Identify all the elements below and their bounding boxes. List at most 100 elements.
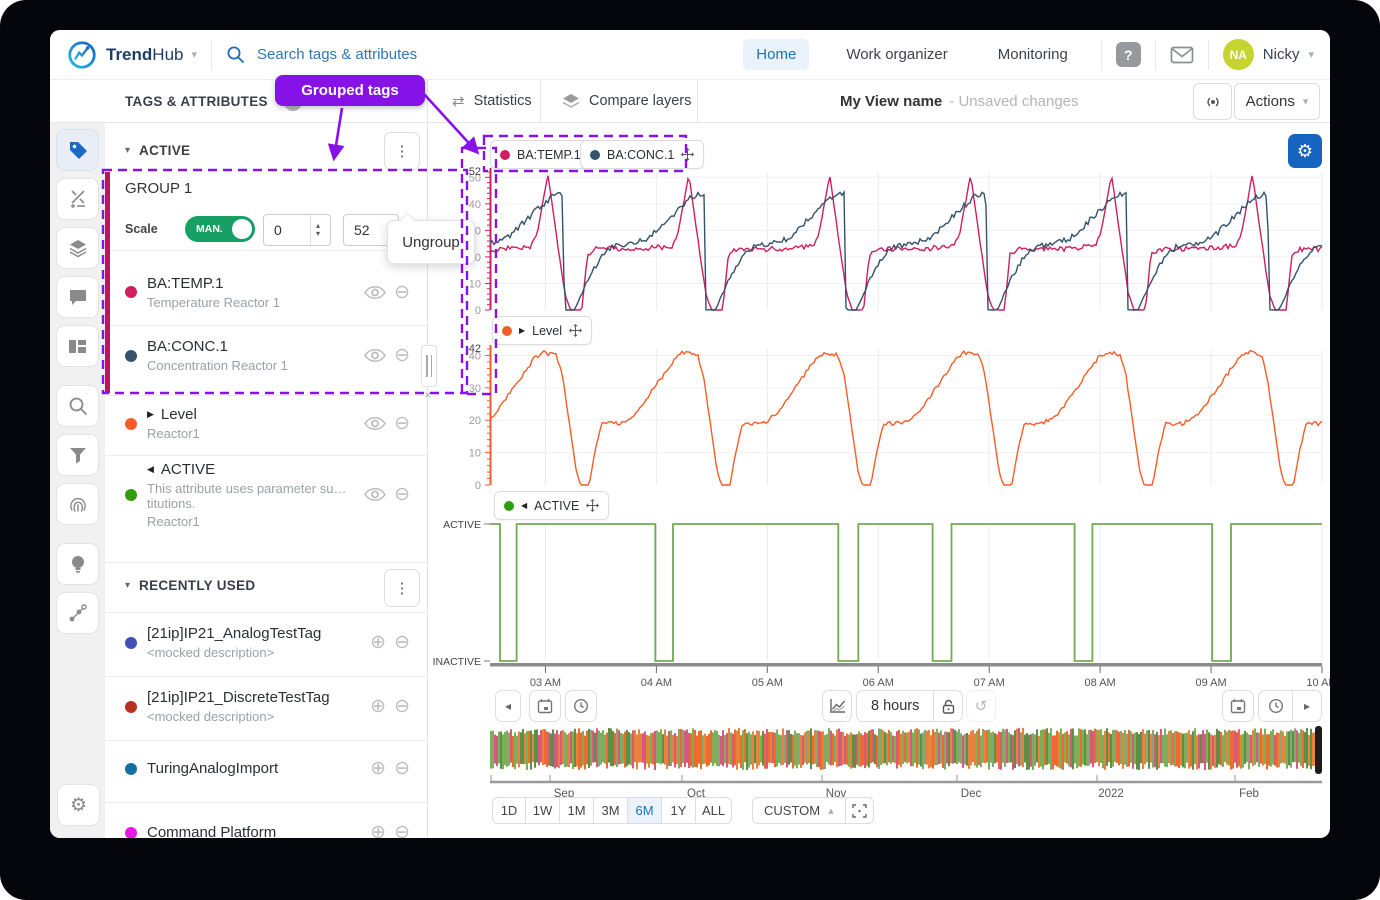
tab-compare-layers[interactable]: Compare layers [562, 80, 691, 122]
remove-tag-icon[interactable]: ⊖ [394, 283, 410, 302]
range-1w[interactable]: 1W [526, 797, 560, 824]
rail-recommendations-button[interactable] [56, 543, 99, 585]
pan-left-button[interactable]: ◂ [495, 690, 521, 722]
tag-row-active[interactable]: ◀ACTIVE This attribute uses parameter su… [105, 455, 427, 533]
search-icon [226, 45, 245, 64]
remove-tag-icon[interactable]: ⊖ [394, 823, 410, 838]
calendar-start-button[interactable] [529, 690, 561, 722]
scale-min-field[interactable]: ▴▾ [263, 214, 331, 246]
live-mode-button[interactable] [1193, 83, 1232, 120]
recent-row[interactable]: TuringAnalogImport ⊕ ⊖ [105, 740, 427, 796]
tag-row-temp[interactable]: BA:TEMP.1 Temperature Reactor 1 ⊖ [105, 262, 427, 322]
panel-resize-handle[interactable] [421, 345, 437, 387]
remove-tag-icon[interactable]: ⊖ [394, 346, 410, 365]
nav-monitoring[interactable]: Monitoring [985, 39, 1081, 70]
recent-row[interactable]: [21ip]IP21_DiscreteTestTag <mocked descr… [105, 676, 427, 736]
mail-icon[interactable] [1170, 46, 1194, 64]
ungroup-menu[interactable]: Ungroup [387, 220, 475, 264]
panel-collapse-button[interactable]: × [421, 388, 435, 404]
tab-statistics-label: Statistics [474, 93, 532, 109]
range-1d[interactable]: 1D [492, 797, 526, 824]
avatar[interactable]: NA [1223, 39, 1254, 70]
add-tag-icon[interactable]: ⊕ [370, 633, 386, 652]
rail-comments-button[interactable] [56, 276, 99, 318]
move-handle-icon[interactable] [569, 324, 582, 337]
range-6m[interactable]: 6M [628, 797, 662, 824]
add-tag-icon[interactable]: ⊕ [370, 697, 386, 716]
remove-tag-icon[interactable]: ⊖ [394, 485, 410, 504]
rail-calculations-button[interactable] [56, 178, 99, 220]
remove-tag-icon[interactable]: ⊖ [394, 759, 410, 778]
brand-logo[interactable]: TrendHub ▾ [66, 39, 197, 71]
brand-name: TrendHub [106, 45, 183, 65]
user-menu[interactable]: NA Nicky ▾ [1223, 39, 1314, 70]
search-bar[interactable] [226, 45, 743, 64]
nav-work-organizer[interactable]: Work organizer [833, 39, 960, 70]
lock-duration-button[interactable] [933, 690, 963, 722]
rail-layers-button[interactable] [56, 227, 99, 269]
scale-max-input[interactable] [344, 221, 390, 239]
tab-statistics[interactable]: ⇄ Statistics [452, 80, 532, 122]
desktop-background: TrendHub ▾ Home Work organizer Monitorin… [0, 0, 1380, 900]
rail-tags-button[interactable] [56, 129, 99, 171]
stepper-arrows[interactable]: ▴▾ [310, 215, 325, 245]
section-menu-button[interactable]: ⋮ [384, 569, 420, 607]
move-handle-icon[interactable] [681, 148, 694, 161]
rail-filter-button[interactable] [56, 434, 99, 476]
visibility-eye-icon[interactable] [364, 417, 386, 430]
section-header-active[interactable]: ▾ ACTIVE ⋮ [105, 130, 427, 170]
collapse-caret-icon[interactable]: ▾ [125, 145, 130, 156]
clock-end-button[interactable] [1258, 690, 1292, 722]
brand-caret-icon[interactable]: ▾ [191, 48, 197, 61]
search-input[interactable] [255, 45, 579, 64]
calendar-end-button[interactable] [1222, 690, 1254, 722]
actions-button[interactable]: Actions ▾ [1234, 83, 1320, 120]
chart-type-button[interactable] [822, 690, 852, 722]
range-1y[interactable]: 1Y [662, 797, 696, 824]
recent-row[interactable]: Command Platform ⊕ ⊖ [105, 802, 427, 838]
add-tag-icon[interactable]: ⊕ [370, 823, 386, 838]
pan-right-button[interactable]: ▸ [1292, 690, 1322, 722]
legend-chip-conc[interactable]: BA:CONC.1 [580, 140, 704, 169]
range-1m[interactable]: 1M [560, 797, 594, 824]
tab-tags-attributes[interactable]: TAGS & ATTRIBUTES [125, 80, 268, 122]
help-button[interactable]: ? [1116, 42, 1141, 67]
remove-tag-icon[interactable]: ⊖ [394, 414, 410, 433]
chart-settings-button[interactable]: ⚙ [1288, 134, 1322, 168]
visibility-eye-icon[interactable] [364, 488, 386, 501]
collapse-caret-icon[interactable]: ▾ [125, 580, 130, 591]
manual-scale-toggle[interactable]: MAN. [185, 216, 255, 242]
move-handle-icon[interactable] [586, 499, 599, 512]
range-3m[interactable]: 3M [594, 797, 628, 824]
remove-tag-icon[interactable]: ⊖ [394, 697, 410, 716]
fit-range-button[interactable] [845, 797, 874, 824]
rail-context-button[interactable] [56, 592, 99, 634]
rail-settings-button[interactable]: ⚙ [57, 784, 100, 826]
range-all[interactable]: ALL [696, 797, 732, 824]
tag-row-level[interactable]: ▶Level Reactor1 ⊖ [105, 395, 427, 451]
rail-search-button[interactable] [56, 385, 99, 427]
svg-text:03 AM: 03 AM [530, 677, 561, 689]
section-menu-button[interactable]: ⋮ [384, 132, 420, 170]
group-scale-row: Scale MAN. ▴▾ [105, 214, 427, 250]
visibility-eye-icon[interactable] [364, 286, 386, 299]
custom-range-button[interactable]: CUSTOM ▴ [752, 797, 845, 824]
visibility-eye-icon[interactable] [364, 349, 386, 362]
add-tag-icon[interactable]: ⊕ [370, 759, 386, 778]
tag-color-dot [125, 827, 137, 839]
history-button[interactable]: ↺ [966, 690, 996, 722]
rail-dashboard-button[interactable] [56, 325, 99, 367]
ungroup-menu-item[interactable]: Ungroup [402, 234, 460, 251]
rail-fingerprint-button[interactable] [56, 483, 99, 525]
duration-button[interactable]: 8 hours [856, 690, 933, 722]
tag-name: BA:CONC.1 [147, 338, 356, 355]
clock-start-button[interactable] [565, 690, 597, 722]
section-header-recent[interactable]: ▾ RECENTLY USED ⋮ [105, 562, 427, 607]
legend-chip-active[interactable]: ◀ ACTIVE [494, 491, 609, 520]
legend-chip-level[interactable]: ▶ Level [492, 316, 592, 345]
nav-home[interactable]: Home [743, 39, 809, 70]
scale-min-input[interactable] [264, 221, 310, 239]
tag-row-conc[interactable]: BA:CONC.1 Concentration Reactor 1 ⊖ [105, 325, 427, 385]
remove-tag-icon[interactable]: ⊖ [394, 633, 410, 652]
recent-row[interactable]: [21ip]IP21_AnalogTestTag <mocked descrip… [105, 612, 427, 672]
